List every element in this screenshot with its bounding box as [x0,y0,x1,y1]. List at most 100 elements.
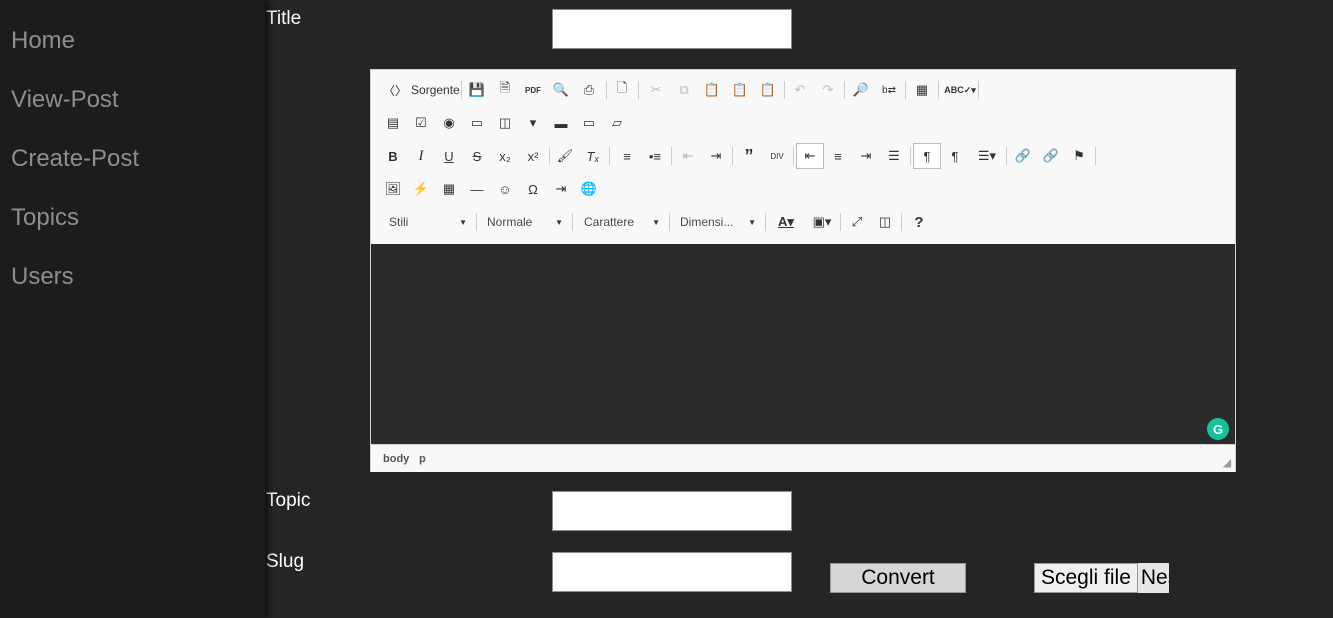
image-button-icon[interactable]: ▭ [578,112,600,134]
paste-text-icon[interactable]: 📋 [729,79,751,101]
language-icon[interactable]: ☰▾ [972,145,1002,167]
numbered-list-icon[interactable]: ≡ [616,145,638,167]
align-center-icon[interactable]: ≡ [827,145,849,167]
file-input[interactable]: Scegli file Nessun file selezionato [1034,563,1169,593]
toolbar-separator [901,213,902,231]
toolbar-separator [765,213,766,231]
textarea-icon[interactable]: ◫ [494,112,516,134]
slug-input[interactable] [552,552,792,592]
source-button[interactable]: 〈〉 Sorgente [383,79,460,101]
paste-word-icon[interactable]: 📋 [757,79,779,101]
toolbar-separator [793,147,794,165]
text-direction-rtl-icon[interactable]: ¶ [944,145,966,167]
button-field-icon[interactable]: ▬ [550,112,572,134]
toolbar-separator [606,81,607,99]
toolbar-separator [905,81,906,99]
italic-icon[interactable]: I [410,145,432,167]
select-all-icon[interactable]: ▦ [911,79,933,101]
undo-icon[interactable]: ↶ [789,79,811,101]
anchor-icon[interactable]: ⚑ [1068,145,1090,167]
text-field-icon[interactable]: ▭ [466,112,488,134]
outdent-icon[interactable]: ⇤ [677,145,699,167]
find-icon[interactable]: 🔎 [850,79,872,101]
remove-format-icon[interactable]: Tₓ [582,145,604,167]
text-direction-ltr-icon[interactable]: ¶ [913,143,941,169]
preview-icon[interactable]: 🔍 [550,79,572,101]
choose-file-button[interactable]: Scegli file [1034,563,1138,593]
hidden-field-icon[interactable]: ▱ [606,112,628,134]
background-color-icon[interactable]: ▣▾ [807,211,837,233]
nav-topics[interactable]: Topics [11,204,79,232]
size-combo[interactable]: Dimensi... ▼ [674,211,760,233]
bulleted-list-icon[interactable]: •≡ [644,145,666,167]
form-icon[interactable]: ▤ [382,112,404,134]
toolbar-separator [910,147,911,165]
show-blocks-icon[interactable]: ◫ [874,211,896,233]
subscript-icon[interactable]: x₂ [494,145,516,167]
nav-create-post[interactable]: Create-Post [11,145,139,173]
topic-input[interactable] [552,491,792,531]
table-icon[interactable]: ▦ [438,178,460,200]
align-right-icon[interactable]: ⇥ [855,145,877,167]
blockquote-icon[interactable]: ” [738,145,760,167]
align-left-icon[interactable]: ⇤ [796,143,824,169]
page-break-icon[interactable]: ⇥ [550,178,572,200]
superscript-icon[interactable]: x² [522,145,544,167]
element-path-body[interactable]: body [383,453,409,465]
replace-icon[interactable]: b⇄ [878,79,900,101]
select-field-icon[interactable]: ▾ [522,112,544,134]
export-pdf-icon[interactable]: PDF [522,79,544,101]
iframe-icon[interactable]: 🌐 [578,178,600,200]
grammarly-icon[interactable]: G [1207,418,1229,440]
checkbox-icon[interactable]: ☑ [410,112,432,134]
strikethrough-icon[interactable]: S [466,145,488,167]
format-combo[interactable]: Normale ▼ [481,211,567,233]
toolbar-separator [732,147,733,165]
indent-icon[interactable]: ⇥ [705,145,727,167]
element-path-p[interactable]: p [419,453,426,465]
toolbar-separator [572,213,573,231]
resize-handle-icon[interactable]: ◢ [1223,458,1231,469]
unlink-icon[interactable]: 🔗 [1040,145,1062,167]
toolbar-separator [461,81,462,99]
flash-icon[interactable]: ⚡ [410,178,432,200]
redo-icon[interactable]: ↷ [817,79,839,101]
font-combo[interactable]: Carattere ▼ [578,211,664,233]
link-icon[interactable]: 🔗 [1012,145,1034,167]
underline-icon[interactable]: U [438,145,460,167]
new-page-icon[interactable]: 🗎 [494,79,516,101]
rich-text-editor: 〈〉 Sorgente 💾 🗎 PDF 🔍 ⎙ 🗋 ✂ ⧉ 📋 📋 📋 ↶ ↷ … [370,69,1236,472]
horizontal-line-icon[interactable]: ― [466,178,488,200]
nav-home[interactable]: Home [11,27,75,55]
save-icon[interactable]: 💾 [466,79,488,101]
toolbar-separator [938,81,939,99]
bold-icon[interactable]: B [382,145,404,167]
print-icon[interactable]: ⎙ [578,79,600,101]
cut-icon[interactable]: ✂ [645,79,667,101]
image-icon[interactable]: 🖼 [382,178,404,200]
convert-button[interactable]: Convert [830,563,966,593]
title-input[interactable] [552,9,792,49]
toolbar-separator [840,213,841,231]
templates-icon[interactable]: 🗋 [611,79,633,101]
help-icon[interactable]: ? [908,211,930,233]
justify-icon[interactable]: ☰ [883,145,905,167]
maximize-icon[interactable]: ⤢ [846,211,868,233]
copy-format-icon[interactable]: 🖌 [554,145,576,167]
copy-icon[interactable]: ⧉ [673,79,695,101]
special-char-icon[interactable]: Ω [522,178,544,200]
styles-combo[interactable]: Stili ▼ [383,211,471,233]
smiley-icon[interactable]: ☺ [494,178,516,200]
toolbar-separator [1006,147,1007,165]
chevron-down-icon: ▼ [652,217,660,227]
nav-users[interactable]: Users [11,263,74,291]
div-container-icon[interactable]: DIV [766,145,788,167]
nav-view-post[interactable]: View-Post [11,86,119,114]
text-color-icon[interactable]: A▾ [771,211,801,233]
radio-icon[interactable]: ◉ [438,112,460,134]
toolbar-separator [669,213,670,231]
spellcheck-icon[interactable]: ABC✓▾ [944,79,976,101]
toolbar-separator [671,147,672,165]
editor-content-area[interactable]: G [371,244,1235,444]
paste-icon[interactable]: 📋 [701,79,723,101]
